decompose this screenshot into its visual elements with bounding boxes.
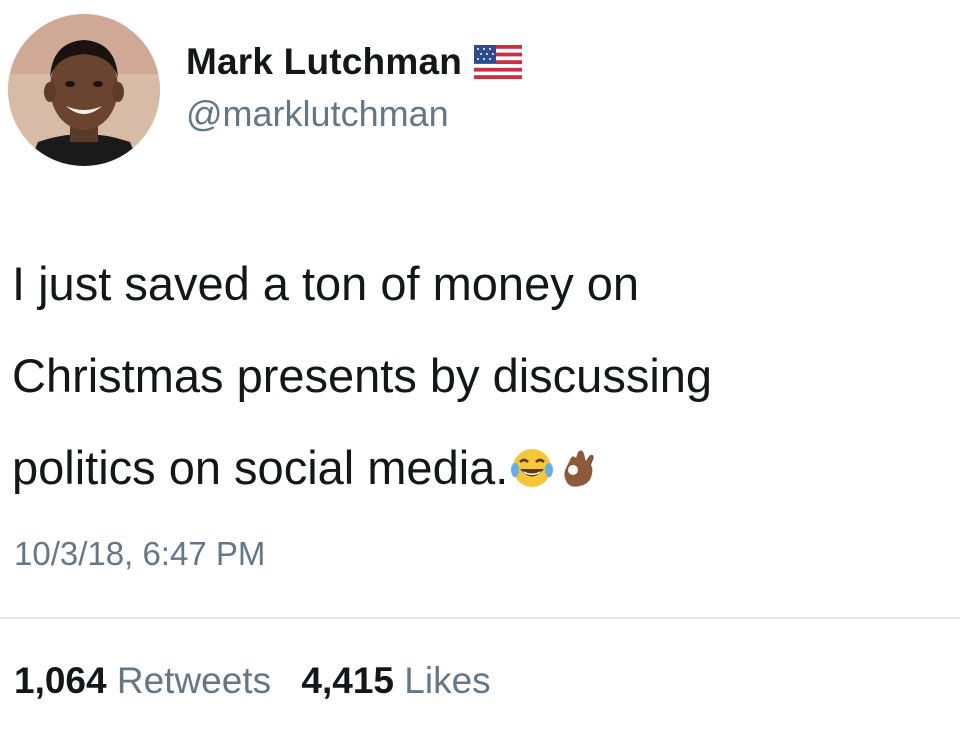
tweet-text-line-with-emoji: politics on social media. [12,422,942,514]
profile-photo-icon [8,14,160,166]
divider [0,617,960,619]
tweet-stats: 1,064 Retweets 4,415 Likes [14,660,491,702]
tweet-text-line: politics on social media. [12,441,509,494]
tweet-text-line: Christmas presents by discussing [12,349,713,402]
tweet-card: Mark Lutchman @marklutchman I just saved… [0,0,960,742]
retweets-count: 1,064 [14,660,107,701]
likes-label: Likes [404,660,491,701]
ok-hand-emoji-icon [564,450,594,487]
tears-of-joy-emoji-icon [511,449,554,487]
tweet-text: I just saved a ton of money on Christmas… [12,238,942,514]
author-handle[interactable]: @marklutchman [186,93,449,135]
author-name-row: Mark Lutchman [186,40,523,84]
author-display-name[interactable]: Mark Lutchman [186,41,462,83]
us-flag-icon [474,45,523,79]
retweets-stat[interactable]: 1,064 Retweets [14,660,271,702]
likes-count: 4,415 [301,660,394,701]
avatar[interactable] [8,14,160,166]
tweet-text-line: I just saved a ton of money on [12,257,640,310]
likes-stat[interactable]: 4,415 Likes [301,660,490,702]
retweets-label: Retweets [116,660,272,701]
tweet-timestamp[interactable]: 10/3/18, 6:47 PM [14,535,265,573]
